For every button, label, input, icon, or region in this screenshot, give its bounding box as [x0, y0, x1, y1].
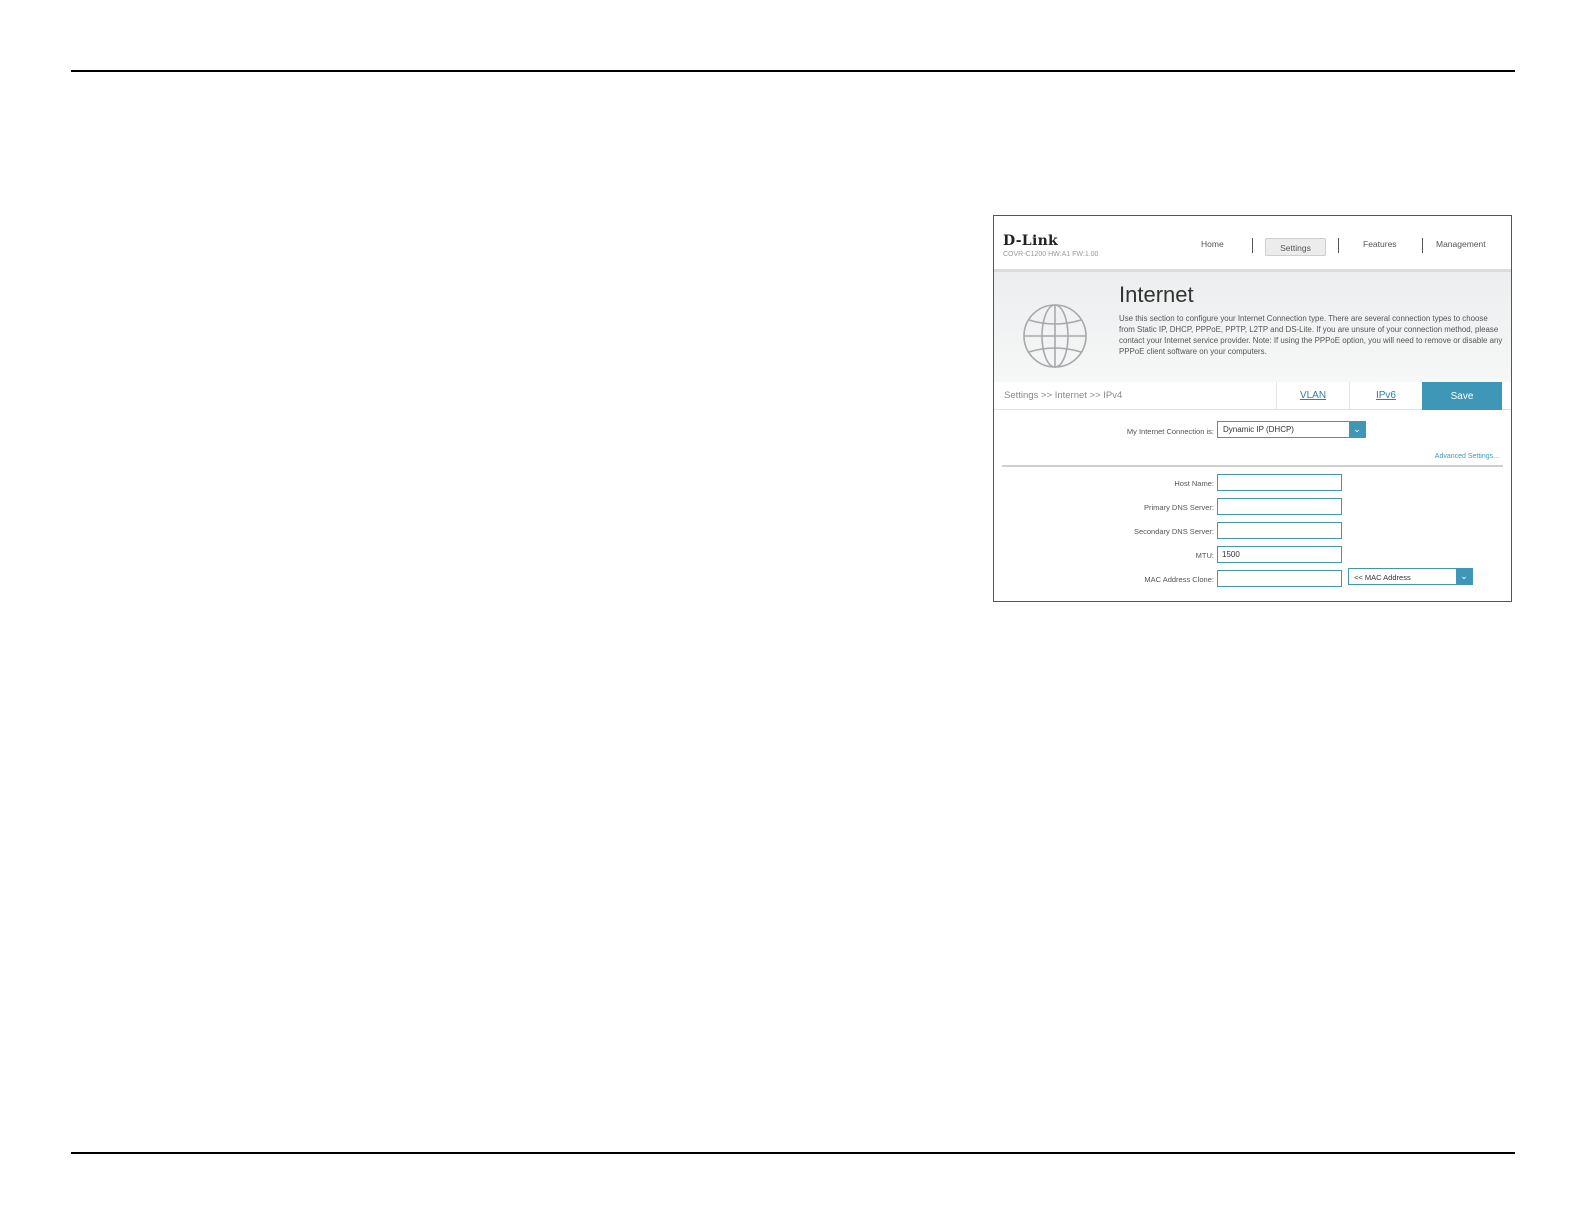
nav-settings[interactable]: Settings — [1265, 238, 1326, 256]
mac-address-select[interactable]: << MAC Address ⌄ — [1348, 568, 1473, 585]
chevron-down-icon[interactable]: ⌄ — [1456, 569, 1472, 584]
nav-separator — [1252, 238, 1253, 253]
secondary-dns-label: Secondary DNS Server: — [1133, 527, 1214, 536]
mac-clone-label: MAC Address Clone: — [1144, 575, 1214, 584]
nav-management[interactable]: Management — [1436, 239, 1486, 249]
header: D-Link COVR-C1200 HW:A1 FW:1.00 Home Set… — [994, 216, 1511, 272]
page-banner: Internet Use this section to configure y… — [994, 272, 1511, 382]
router-screenshot: D-Link COVR-C1200 HW:A1 FW:1.00 Home Set… — [993, 215, 1512, 602]
globe-icon — [1023, 304, 1087, 368]
connection-type-value: Dynamic IP (DHCP) — [1223, 425, 1294, 434]
mac-clone-field[interactable] — [1217, 570, 1342, 587]
breadcrumb: Settings >> Internet >> IPv4 — [1004, 390, 1123, 401]
nav-separator — [1338, 238, 1339, 253]
breadcrumb-bar: Settings >> Internet >> IPv4 VLAN IPv6 S… — [994, 382, 1511, 410]
host-name-label: Host Name: — [1174, 479, 1214, 488]
save-button[interactable]: Save — [1422, 382, 1502, 410]
section-divider — [1002, 465, 1503, 467]
nav-separator — [1422, 238, 1423, 253]
host-name-field[interactable] — [1217, 474, 1342, 491]
primary-dns-label: Primary DNS Server: — [1143, 503, 1214, 512]
page-title: Internet — [1119, 282, 1194, 307]
page-description: Use this section to configure your Inter… — [1119, 314, 1503, 356]
model-info: COVR-C1200 HW:A1 FW:1.00 — [1003, 251, 1099, 258]
brand-logo: D-Link — [1003, 233, 1059, 249]
mtu-field[interactable]: 1500 — [1217, 546, 1342, 563]
bottom-rule — [71, 1152, 1515, 1154]
primary-dns-field[interactable] — [1217, 498, 1342, 515]
nav-home[interactable]: Home — [1201, 239, 1224, 249]
tab-ipv6[interactable]: IPv6 — [1349, 382, 1422, 409]
connection-type-select[interactable]: Dynamic IP (DHCP) ⌄ — [1217, 421, 1366, 438]
top-rule — [71, 70, 1515, 72]
mtu-label: MTU: — [1195, 551, 1214, 560]
nav-features[interactable]: Features — [1363, 239, 1397, 249]
secondary-dns-field[interactable] — [1217, 522, 1342, 539]
tab-vlan[interactable]: VLAN — [1276, 382, 1349, 409]
advanced-settings-link[interactable]: Advanced Settings... — [1435, 453, 1499, 460]
mac-address-select-value: << MAC Address — [1354, 573, 1411, 582]
connection-type-label: My Internet Connection is: — [1126, 427, 1214, 436]
chevron-down-icon[interactable]: ⌄ — [1349, 422, 1365, 437]
